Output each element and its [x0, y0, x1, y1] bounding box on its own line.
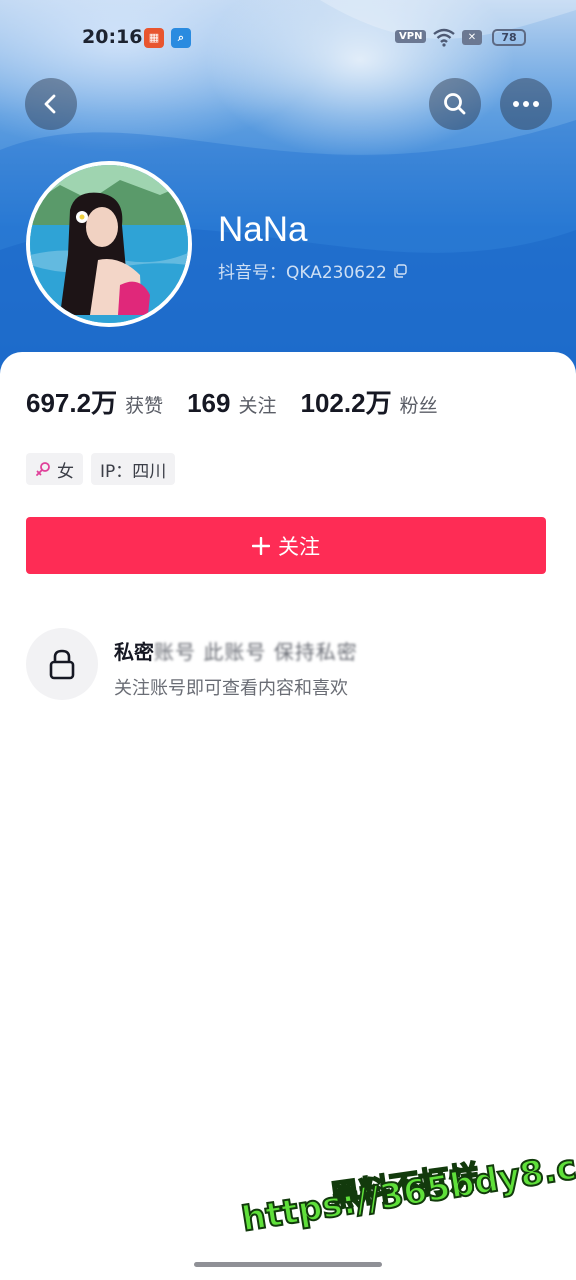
back-button[interactable]	[25, 78, 77, 130]
status-bar: 20:16 ▦ ⌕ VPN ✕ 78	[0, 22, 576, 56]
wifi-icon	[433, 28, 455, 47]
stat-value: 697.2万	[26, 388, 118, 418]
douyin-id[interactable]: 抖音号：QKA230622	[218, 258, 407, 283]
private-title-text: 私密	[114, 640, 154, 664]
copy-icon[interactable]	[393, 263, 407, 278]
more-dots-icon	[513, 101, 539, 107]
ip-location-tag: IP：四川	[91, 453, 176, 485]
follow-button-label: 关注	[278, 534, 320, 559]
stat-likes[interactable]: 697.2万 获赞	[26, 383, 163, 420]
private-account-notice: 私密账号 此账号 保持私密 关注账号即可查看内容和喜欢	[26, 628, 546, 704]
gender-text: 女	[57, 461, 74, 482]
stat-value: 169	[187, 388, 231, 418]
stat-label: 关注	[238, 395, 277, 417]
vpn-badge: VPN	[395, 30, 427, 43]
battery-indicator: 78	[492, 29, 526, 46]
stat-following[interactable]: 169 关注	[187, 388, 276, 419]
search-button[interactable]	[429, 78, 481, 130]
profile-content-panel	[0, 352, 576, 1280]
female-icon	[36, 462, 50, 476]
follow-button[interactable]: 关注	[26, 517, 546, 574]
plus-icon	[252, 536, 270, 555]
profile-stats: 697.2万 获赞 169 关注 102.2万 粉丝	[26, 383, 462, 420]
sim-off-icon: ✕	[462, 30, 482, 45]
gender-tag: 女	[26, 453, 83, 485]
app-icon-search: ⌕	[171, 28, 191, 48]
status-time: 20:16	[82, 26, 143, 48]
lock-icon	[49, 649, 75, 680]
more-button[interactable]	[500, 78, 552, 130]
avatar-photo	[30, 165, 188, 323]
stat-label: 粉丝	[399, 395, 438, 417]
profile-tags: 女 IP：四川	[26, 453, 176, 485]
stat-label: 获赞	[125, 395, 164, 417]
avatar[interactable]	[26, 161, 192, 327]
chevron-left-icon	[44, 94, 56, 114]
private-title: 私密账号 此账号 保持私密	[114, 636, 358, 665]
profile-nickname: NaNa	[218, 210, 308, 249]
stat-value: 102.2万	[300, 388, 392, 418]
ip-location-text: IP：四川	[100, 461, 167, 482]
app-icon-orange: ▦	[144, 28, 164, 48]
douyin-id-text: 抖音号：QKA230622	[218, 263, 387, 283]
stat-followers[interactable]: 102.2万 粉丝	[301, 383, 438, 420]
private-title-obscured: 账号 此账号 保持私密	[154, 640, 358, 664]
home-indicator[interactable]	[194, 1262, 382, 1267]
lock-badge	[26, 628, 98, 700]
search-icon	[444, 93, 466, 115]
private-subtitle: 关注账号即可查看内容和喜欢	[114, 678, 348, 699]
